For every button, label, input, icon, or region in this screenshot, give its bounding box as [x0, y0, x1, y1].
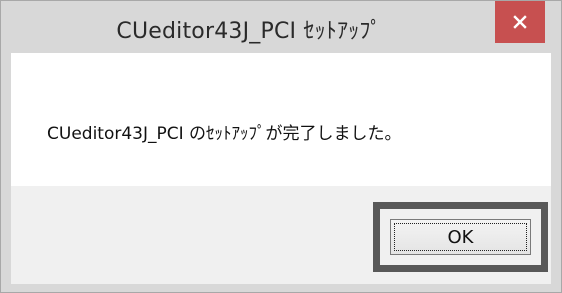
- ok-button-focus-frame: OK: [373, 202, 548, 272]
- title-bar[interactable]: CUeditor43J_PCI ｾｯﾄｱｯﾌﾟ: [1, 1, 561, 53]
- setup-dialog-window: CUeditor43J_PCI ｾｯﾄｱｯﾌﾟ CUeditor43J_PCI …: [0, 0, 562, 293]
- window-title: CUeditor43J_PCI ｾｯﾄｱｯﾌﾟ: [116, 19, 382, 44]
- dialog-body: CUeditor43J_PCI のｾｯﾄｱｯﾌﾟが完了しました。 OK: [11, 53, 551, 284]
- close-icon: [513, 15, 527, 29]
- ok-button[interactable]: OK: [390, 219, 531, 255]
- close-button[interactable]: [495, 1, 545, 43]
- button-area: OK: [11, 186, 551, 284]
- completion-message: CUeditor43J_PCI のｾｯﾄｱｯﾌﾟが完了しました。: [47, 124, 402, 144]
